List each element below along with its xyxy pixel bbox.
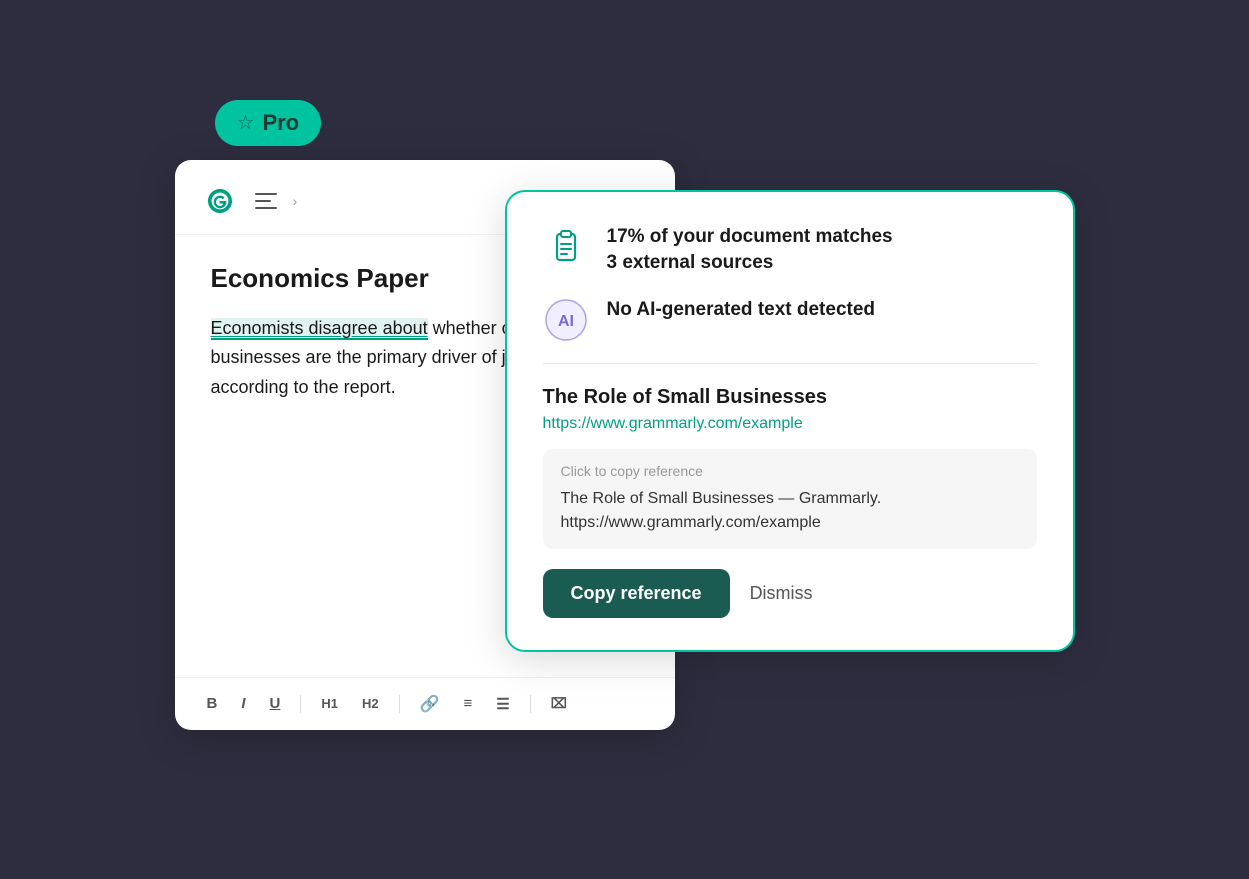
toolbar-divider xyxy=(300,695,301,713)
source-title: The Role of Small Businesses xyxy=(543,386,1037,409)
unordered-list-button[interactable]: ☰ xyxy=(492,693,513,715)
reference-box[interactable]: Click to copy reference The Role of Smal… xyxy=(543,449,1037,549)
source-url[interactable]: https://www.grammarly.com/example xyxy=(543,415,1037,433)
action-row: Copy reference Dismiss xyxy=(543,569,1037,618)
clipboard-icon xyxy=(543,224,589,270)
toolbar-divider-2 xyxy=(399,695,400,713)
editor-toolbar: B I U H1 H2 🔗 ≡ ☰ ⌧ xyxy=(175,677,675,730)
pro-badge[interactable]: ☆ Pro xyxy=(215,100,322,146)
info-panel: 17% of your document matches 3 external … xyxy=(505,190,1075,652)
underline-button[interactable]: U xyxy=(266,693,285,714)
menu-icon[interactable] xyxy=(255,193,277,209)
highlighted-text: Economists disagree about xyxy=(211,318,428,340)
bold-button[interactable]: B xyxy=(203,693,222,714)
clear-format-button[interactable]: ⌧ xyxy=(547,693,571,714)
pro-label: Pro xyxy=(262,110,299,136)
copy-reference-button[interactable]: Copy reference xyxy=(543,569,730,618)
h1-button[interactable]: H1 xyxy=(317,694,342,713)
toolbar-divider-3 xyxy=(530,695,531,713)
ai-stat-row: AI No AI-generated text detected xyxy=(543,297,1037,343)
ai-icon: AI xyxy=(543,297,589,343)
h2-button[interactable]: H2 xyxy=(358,694,383,713)
link-button[interactable]: 🔗 xyxy=(416,692,444,716)
star-icon: ☆ xyxy=(237,110,255,135)
svg-text:AI: AI xyxy=(558,313,574,330)
ref-hint: Click to copy reference xyxy=(561,463,1019,479)
ordered-list-button[interactable]: ≡ xyxy=(460,693,477,714)
ref-text: The Role of Small Businesses — Grammarly… xyxy=(561,487,1019,535)
italic-button[interactable]: I xyxy=(237,693,249,714)
section-divider xyxy=(543,363,1037,364)
dismiss-button[interactable]: Dismiss xyxy=(750,583,813,604)
stat-line2: 3 external sources xyxy=(607,250,893,277)
chevron-right-icon: › xyxy=(293,193,298,209)
ai-stat-text: No AI-generated text detected xyxy=(607,297,876,324)
stat-line1: 17% of your document matches xyxy=(607,224,893,251)
plagiarism-stat-row: 17% of your document matches 3 external … xyxy=(543,224,1037,277)
plagiarism-stat-text: 17% of your document matches 3 external … xyxy=(607,224,893,277)
grammarly-logo xyxy=(203,184,237,218)
